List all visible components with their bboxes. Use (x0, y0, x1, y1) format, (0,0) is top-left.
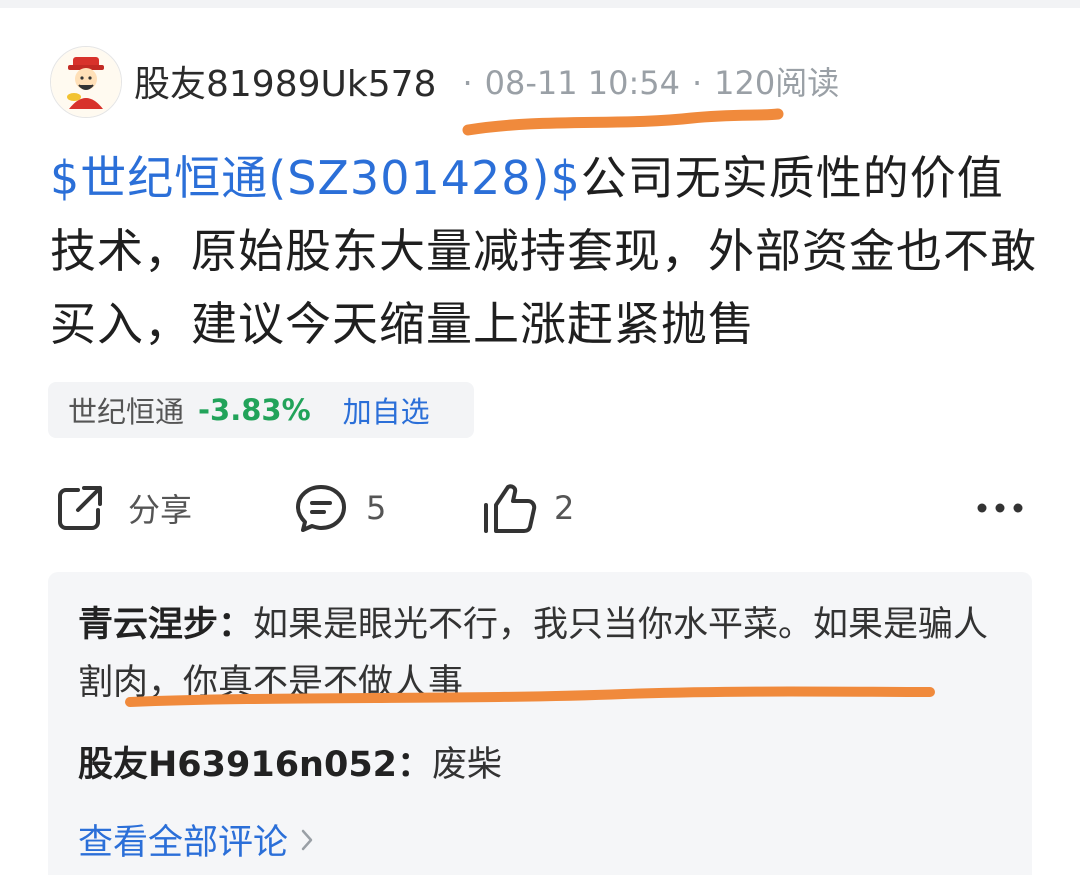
commenter-name[interactable]: 股友H63916n052： (78, 745, 432, 785)
add-watchlist-button[interactable]: 加自选 (343, 389, 430, 431)
view-all-comments-link[interactable]: 查看全部评论 (78, 814, 314, 865)
chip-stock-name: 世纪恒通 (68, 395, 185, 429)
chevron-right-icon (301, 829, 313, 850)
comment-item[interactable]: 股友H63916n052：废柴 (78, 736, 502, 794)
post-content: $世纪恒通(SZ301428)$公司无实质性的价值技术，原始股东大量减持套现，外… (50, 142, 1040, 361)
post-header: 股友81989Uk578 · 08-11 10:54 · 120阅读 (134, 55, 839, 107)
share-icon (58, 486, 102, 530)
orange-highlight-stroke (125, 686, 935, 707)
meta-separator: · (691, 64, 703, 102)
stock-tag-link[interactable]: $世纪恒通(SZ301428)$ (50, 151, 581, 205)
comments-preview: 青云涅步：如果是眼光不行，我只当你水平菜。如果是骗人割肉，你真不是不做人事 股友… (48, 572, 1032, 875)
comment-button[interactable]: 5 (294, 478, 386, 538)
more-button[interactable] (976, 478, 1024, 538)
share-button[interactable]: 分享 (54, 478, 192, 538)
like-button[interactable]: 2 (482, 478, 574, 538)
like-count: 2 (554, 489, 575, 527)
post-meta: · 08-11 10:54 · 120阅读 (450, 58, 839, 104)
stock-chip[interactable]: 世纪恒通 -3.83% 加自选 (48, 382, 474, 438)
comment-count: 5 (366, 489, 387, 527)
comment-icon (296, 485, 346, 532)
top-divider (0, 0, 1080, 8)
chip-price-change: -3.83% (198, 393, 311, 427)
orange-highlight-stroke (462, 108, 784, 136)
comment-text: 废柴 (432, 745, 503, 785)
post-date: 08-11 10:54 (484, 64, 680, 102)
read-count: 120阅读 (714, 64, 840, 102)
commenter-name[interactable]: 青云涅步： (78, 605, 253, 645)
avatar-caishen-icon (51, 47, 121, 117)
view-all-label: 查看全部评论 (78, 823, 289, 863)
author-name[interactable]: 股友81989Uk578 (134, 55, 436, 107)
like-icon (484, 484, 537, 533)
avatar[interactable] (50, 46, 122, 118)
meta-separator: · (462, 64, 473, 102)
action-bar: 分享 5 2 (0, 478, 1080, 538)
more-icon (977, 503, 1023, 513)
share-label: 分享 (128, 491, 193, 529)
